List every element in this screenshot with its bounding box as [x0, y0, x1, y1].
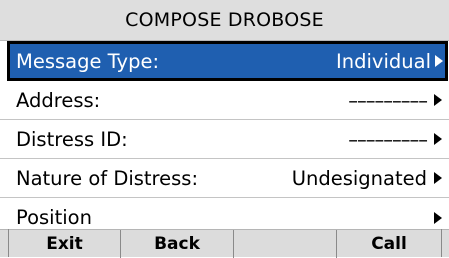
- menu-item-value: Undesignated: [291, 166, 427, 190]
- right-arrow-icon: [434, 133, 442, 145]
- back-softkey-label: Back: [154, 234, 200, 254]
- softkey-bar: Exit Back Call: [0, 229, 449, 258]
- call-softkey[interactable]: Call: [336, 230, 441, 258]
- blank-softkey[interactable]: [233, 230, 336, 258]
- menu-item-label: Message Type:: [16, 49, 160, 73]
- right-arrow-icon: [434, 211, 442, 224]
- softkey-bar-right-edge: [441, 229, 449, 257]
- menu-item-value: –––––––––: [348, 88, 428, 112]
- exit-softkey[interactable]: Exit: [9, 230, 120, 258]
- call-softkey-label: Call: [371, 234, 407, 254]
- right-arrow-icon: [435, 55, 443, 67]
- back-softkey[interactable]: Back: [120, 230, 233, 258]
- menu-item-value: –––––––––: [348, 127, 428, 151]
- menu-item-nature-of-distress[interactable]: Nature of Distress: Undesignated: [0, 159, 449, 198]
- menu-item-distress-id[interactable]: Distress ID: –––––––––: [0, 120, 449, 159]
- softkey-bar-left-edge: [0, 229, 9, 257]
- menu-item-label: Nature of Distress:: [16, 166, 199, 190]
- menu-item-label: Address:: [16, 88, 101, 112]
- menu-item-value: Individual: [336, 49, 431, 73]
- menu-item-address[interactable]: Address: –––––––––: [0, 81, 449, 120]
- menu-item-label: Distress ID:: [16, 127, 128, 151]
- right-arrow-icon: [434, 94, 442, 106]
- exit-softkey-label: Exit: [46, 234, 83, 254]
- screen-title-text: COMPOSE DROBOSE: [125, 9, 324, 31]
- screen-title: COMPOSE DROBOSE: [0, 0, 449, 40]
- menu-item-label: Position: [16, 206, 92, 229]
- menu-item-message-type[interactable]: Message Type: Individual: [7, 41, 448, 81]
- right-arrow-icon: [434, 172, 442, 184]
- compose-drobose-screen: COMPOSE DROBOSE Message Type: Individual…: [0, 0, 449, 258]
